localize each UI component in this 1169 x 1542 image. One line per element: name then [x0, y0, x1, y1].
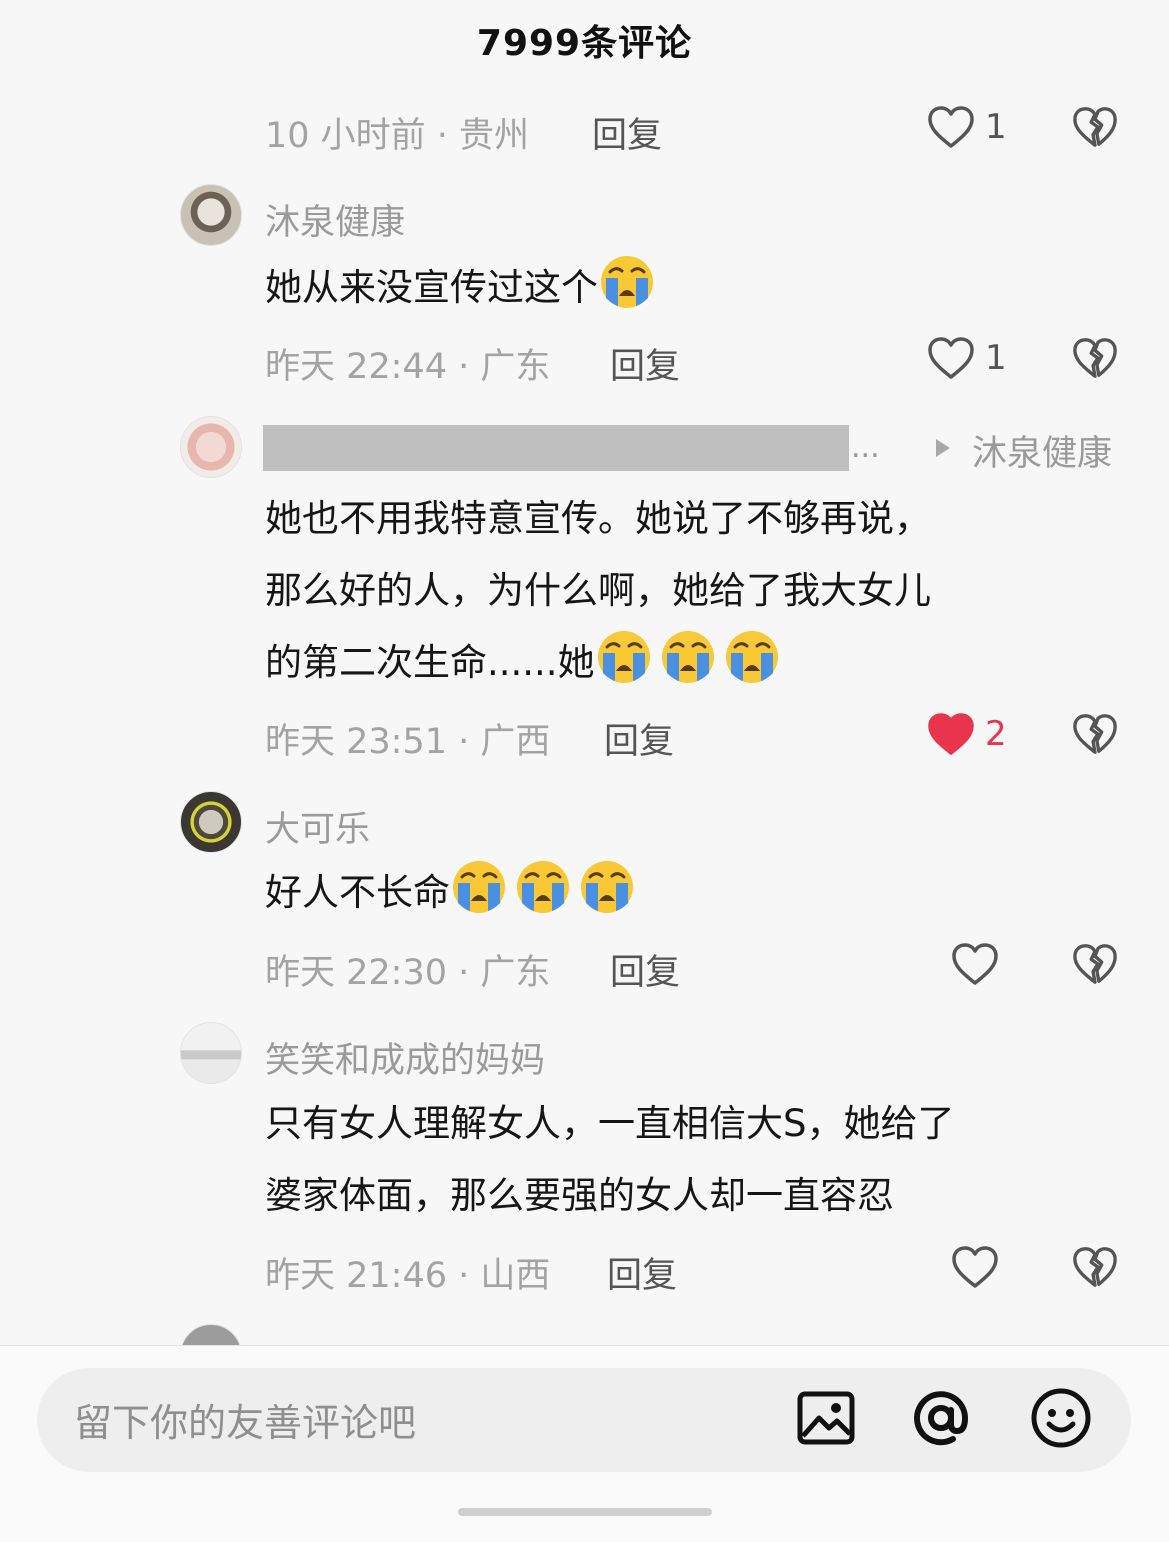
comment-username[interactable]: 大可乐 — [265, 801, 370, 852]
broken-heart-icon[interactable] — [1072, 712, 1118, 756]
image-icon[interactable] — [794, 1386, 858, 1450]
like-count: 2 — [985, 714, 1007, 754]
avatar[interactable] — [180, 184, 242, 246]
comment-text-line: 只有女人理解女人，一直相信大S，她给了 — [265, 1102, 955, 1145]
reply-button[interactable]: 回复 — [592, 107, 662, 158]
comment-text-line: 她也不用我特意宣传。她说了不够再说， — [265, 497, 931, 540]
reply-to-username[interactable]: 沐泉健康 — [972, 425, 1112, 476]
comment-text-line: 那么好的人，为什么啊，她给了我大女儿 — [265, 569, 931, 612]
broken-heart-icon[interactable] — [1072, 942, 1118, 986]
crying-face-emoji — [723, 629, 781, 685]
crying-face-emoji — [595, 629, 653, 685]
reply-button[interactable]: 回复 — [610, 944, 680, 995]
page-title: 7999条评论 — [476, 23, 693, 64]
like-button[interactable] — [951, 942, 999, 986]
like-button[interactable] — [951, 1245, 999, 1289]
redacted-username — [263, 425, 849, 471]
at-icon[interactable] — [909, 1386, 973, 1450]
comment-text-content: 的第二次生命......她 — [265, 641, 595, 684]
broken-heart-icon[interactable] — [1072, 105, 1118, 149]
crying-face-emoji — [578, 859, 636, 915]
crying-face-emoji — [514, 859, 572, 915]
play-arrow-icon — [936, 439, 950, 457]
comment-text-content: 她从来没宣传过这个 — [265, 266, 598, 309]
comment-text: 好人不长命 — [265, 857, 642, 929]
comment-meta: 昨天 21:46 · 山西 — [265, 1256, 551, 1296]
heart-filled-icon — [927, 712, 975, 756]
comment-text-line: 婆家体面，那么要强的女人却一直容忍 — [265, 1174, 894, 1217]
like-button[interactable]: 1 — [927, 105, 1007, 149]
comment-meta: 昨天 22:30 · 广东 — [265, 953, 551, 993]
broken-heart-icon[interactable] — [1072, 1245, 1118, 1289]
heart-outline-icon — [927, 105, 975, 149]
comment-text-content: 好人不长命 — [265, 871, 450, 914]
smile-icon[interactable] — [1029, 1386, 1093, 1450]
like-count: 1 — [985, 107, 1007, 147]
avatar[interactable] — [180, 1022, 242, 1084]
like-button[interactable]: 2 — [927, 712, 1007, 756]
reply-button[interactable]: 回复 — [604, 713, 674, 764]
avatar[interactable] — [180, 791, 242, 853]
comment-username[interactable]: 笑笑和成成的妈妈 — [265, 1032, 545, 1083]
comment-meta: 昨天 23:51 · 广西 — [265, 722, 551, 762]
heart-outline-icon — [951, 942, 999, 986]
comment-username[interactable]: 沐泉健康 — [265, 194, 405, 245]
comment-input-placeholder: 留下你的友善评论吧 — [74, 1401, 417, 1445]
avatar[interactable] — [180, 416, 242, 478]
crying-face-emoji — [659, 629, 717, 685]
comment-meta: 昨天 22:44 · 广东 — [265, 347, 551, 387]
comment-meta: 10 小时前 · 贵州 — [265, 116, 530, 156]
crying-face-emoji — [450, 859, 508, 915]
crying-face-emoji — [598, 254, 656, 310]
heart-outline-icon — [927, 336, 975, 380]
like-button[interactable]: 1 — [927, 336, 1007, 380]
broken-heart-icon[interactable] — [1072, 336, 1118, 380]
reply-button[interactable]: 回复 — [610, 338, 680, 389]
like-count: 1 — [985, 338, 1007, 378]
ellipsis: ... — [851, 430, 880, 465]
home-indicator[interactable] — [458, 1508, 712, 1516]
heart-outline-icon — [951, 1245, 999, 1289]
comment-input[interactable]: 留下你的友善评论吧 — [37, 1368, 1131, 1472]
comment-text: 她从来没宣传过这个 — [265, 252, 662, 324]
comment-text-line: 的第二次生命......她 — [265, 627, 787, 699]
reply-button[interactable]: 回复 — [607, 1247, 677, 1298]
